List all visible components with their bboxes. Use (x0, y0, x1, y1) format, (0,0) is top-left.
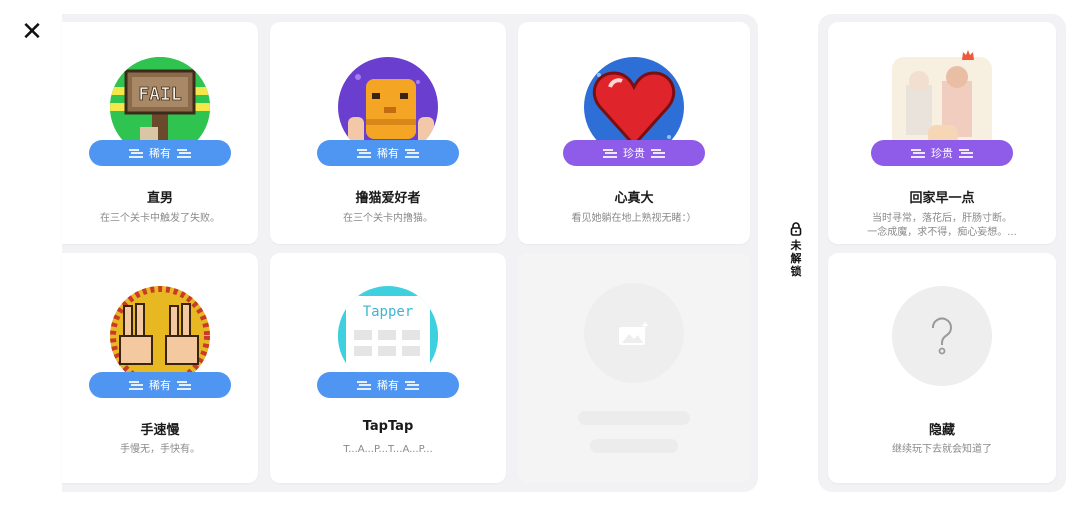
rarity-badge: 稀有 (89, 140, 231, 166)
unlock-label-char: 未 (790, 239, 802, 252)
unlock-label-char: 解 (790, 252, 802, 265)
achievement-title: 直男 (146, 191, 173, 206)
description-skeleton (590, 439, 678, 453)
badge-decoration-icon (405, 148, 419, 158)
rarity-badge: 珍贵 (871, 140, 1013, 166)
victory-hands-image (110, 286, 210, 386)
achievement-description: 手慢无，手快有。 (120, 444, 200, 455)
achievement-title: TapTap (362, 419, 414, 434)
badge-decoration-icon (651, 148, 665, 158)
achievement-description: 在三个关卡内撸猫。 (343, 213, 433, 224)
badge-decoration-icon (129, 148, 143, 158)
achievement-title: 撸猫爱好者 (355, 191, 421, 206)
badge-decoration-icon (911, 148, 925, 158)
achievement-card-straight-man[interactable]: FAIL 稀有 直男 在三个关卡中触发了失败。 (62, 22, 258, 244)
placeholder-image (584, 283, 684, 383)
crown-icon (962, 50, 974, 60)
achievement-description: 继续玩下去就会知道了 (892, 444, 992, 455)
unlock-label-char: 锁 (790, 265, 802, 278)
svg-text:FAIL: FAIL (138, 84, 182, 105)
badge-decoration-icon (603, 148, 617, 158)
achievement-description: T...A...P...T...A...P... (343, 444, 433, 455)
achievement-card-big-heart[interactable]: 珍贵 心真大 看见她躺在地上熟视无睹：） (518, 22, 750, 244)
achievement-title: 回家早一点 (909, 191, 975, 206)
badge-decoration-icon (177, 148, 191, 158)
rarity-badge: 稀有 (317, 372, 459, 398)
badge-label: 稀有 (377, 379, 399, 392)
badge-decoration-icon (357, 148, 371, 158)
question-mark-icon (931, 317, 952, 355)
close-button[interactable]: ✕ (18, 18, 46, 46)
achievement-card-hidden[interactable]: 隐藏 继续玩下去就会知道了 (828, 253, 1056, 483)
badge-label: 稀有 (377, 147, 399, 160)
achievement-card-taptap[interactable]: Tapper 稀有 TapTap T...A...P...T...A...P..… (270, 253, 506, 483)
achievement-card-cat-lover[interactable]: 稀有 撸猫爱好者 在三个关卡内撸猫。 (270, 22, 506, 244)
achievement-card-home-early[interactable]: 珍贵 回家早一点 当时寻常，落花后，肝肠寸断。 一念成魔，求不得，痴心妄想。..… (828, 22, 1056, 244)
badge-label: 珍贵 (931, 147, 953, 160)
achievement-title: 手速慢 (140, 423, 180, 438)
image-placeholder-icon (619, 321, 649, 345)
rarity-badge: 珍贵 (563, 140, 705, 166)
badge-decoration-icon (129, 380, 143, 390)
achievement-description: 看见她躺在地上熟视无睹：） (571, 213, 697, 224)
badge-label: 珍贵 (623, 147, 645, 160)
badge-decoration-icon (405, 380, 419, 390)
badge-decoration-icon (959, 148, 973, 158)
badge-decoration-icon (357, 380, 371, 390)
achievement-card-slow-hands[interactable]: 稀有 手速慢 手慢无，手快有。 (62, 253, 258, 483)
achievement-title: 隐藏 (928, 423, 955, 438)
description-line: 一念成魔，求不得，痴心妄想。... (867, 227, 1017, 238)
svg-text:Tapper: Tapper (363, 304, 414, 320)
achievement-title: 心真大 (614, 191, 654, 206)
rarity-badge: 稀有 (89, 372, 231, 398)
badge-label: 稀有 (149, 379, 171, 392)
description-line: 当时寻常，落花后，肝肠寸断。 (872, 213, 1012, 224)
achievement-description: 在三个关卡中触发了失败。 (100, 213, 220, 224)
hidden-image (892, 286, 992, 386)
badge-label: 稀有 (149, 147, 171, 160)
tapper-sign-image: Tapper (338, 286, 438, 386)
achievement-description: 当时寻常，落花后，肝肠寸断。 一念成魔，求不得，痴心妄想。... (834, 212, 1050, 240)
lock-icon (790, 222, 802, 236)
rarity-badge: 稀有 (317, 140, 459, 166)
title-skeleton (578, 411, 690, 425)
locked-achievement-placeholder (518, 253, 750, 483)
close-icon[interactable]: ✕ (21, 19, 43, 45)
unlock-section-label: 未 解 锁 (781, 222, 811, 278)
badge-decoration-icon (177, 380, 191, 390)
